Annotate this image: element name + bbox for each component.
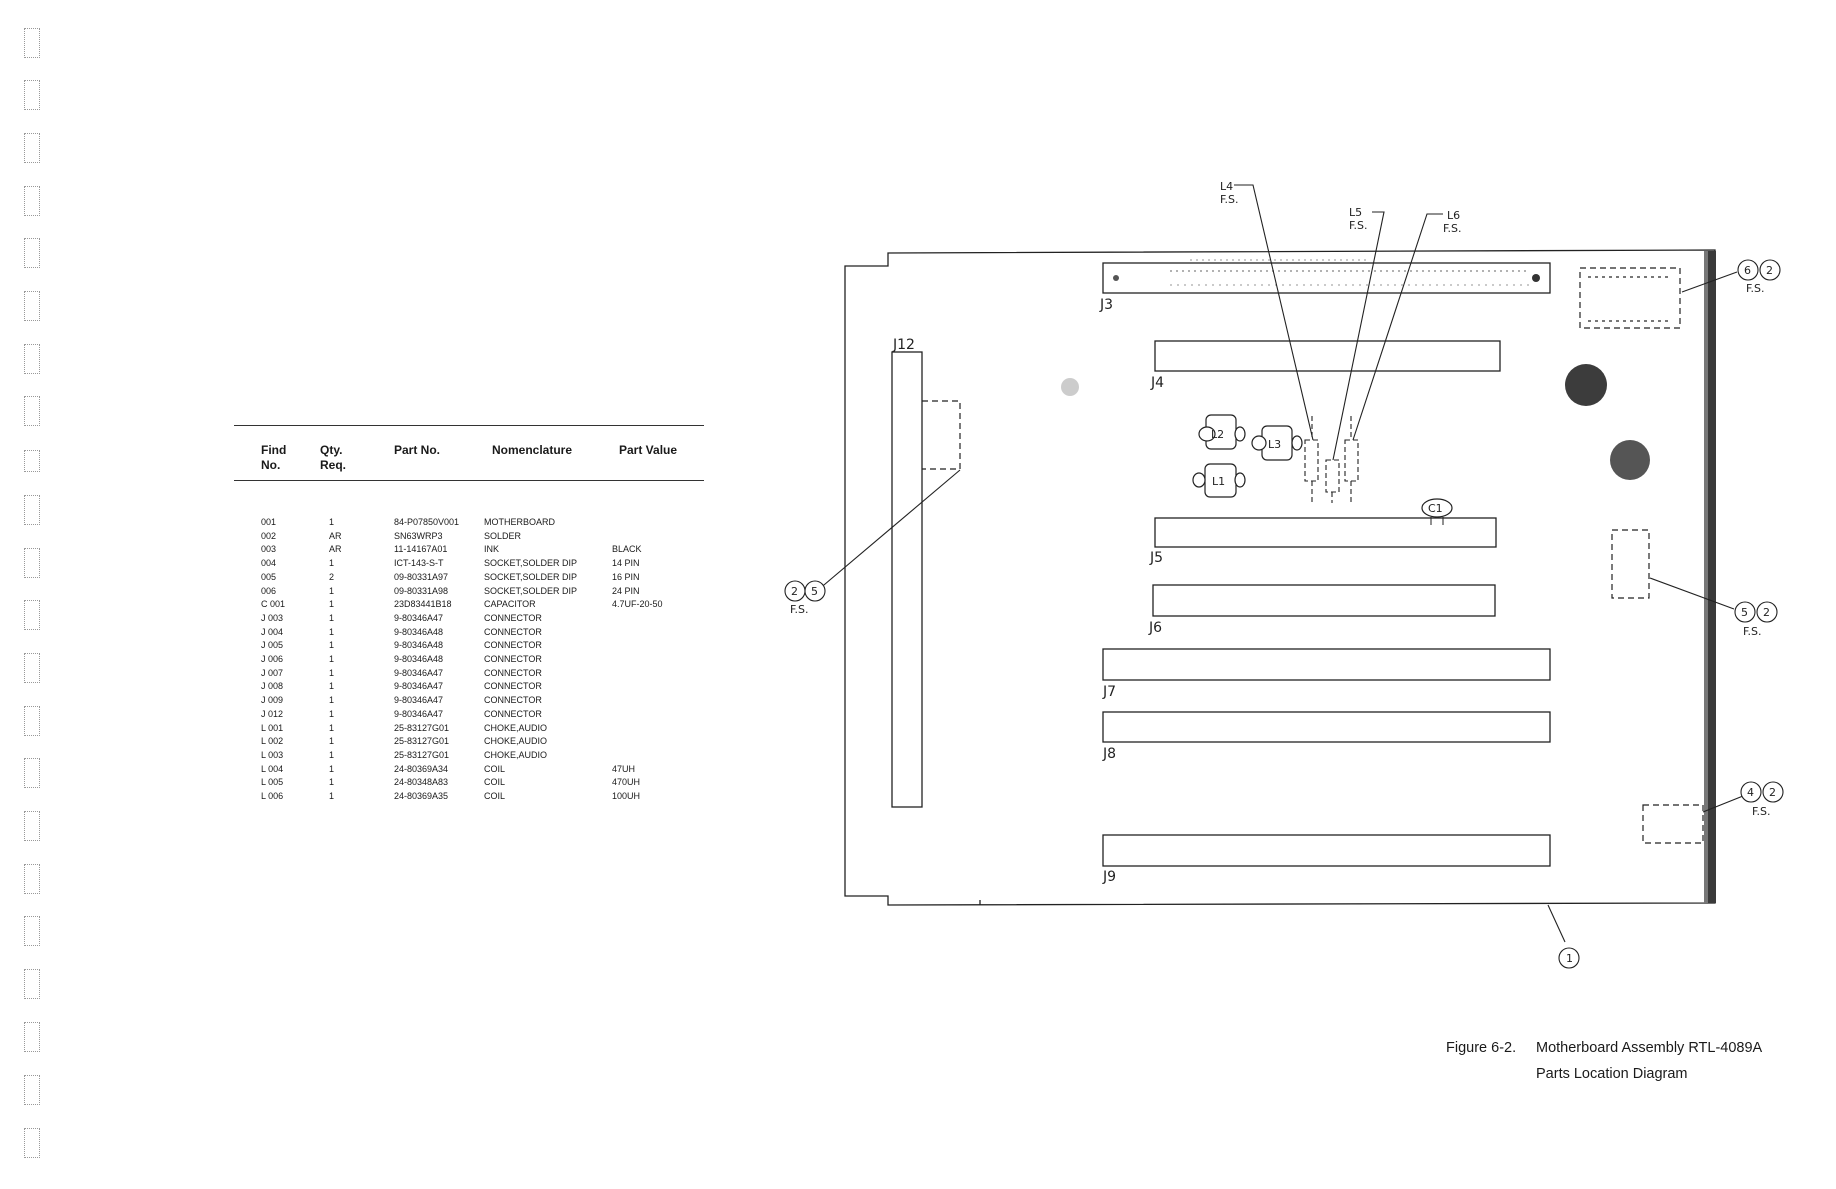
coil-l5	[1325, 459, 1340, 493]
figure-number: Figure 6-2.	[1446, 1040, 1517, 1056]
leader-l4	[1234, 184, 1314, 441]
label-j7: J7	[1102, 684, 1116, 700]
label-j12: J12	[892, 337, 915, 353]
label-l3: L3	[1268, 438, 1281, 451]
label-j3: J3	[1099, 297, 1113, 313]
label-l4-fs: F.S.	[1220, 193, 1239, 206]
connector-j12	[891, 351, 923, 808]
callout-2-text: 2	[1763, 606, 1770, 619]
label-l5-fs: F.S.	[1349, 219, 1368, 232]
label-j4: J4	[1150, 375, 1164, 391]
label-l5: L5	[1349, 206, 1362, 219]
callout-fs: F.S.	[1746, 282, 1765, 295]
callout-fs: F.S.	[1752, 805, 1771, 818]
callout-1-text: 1	[1566, 952, 1573, 965]
connector-j4	[1154, 340, 1501, 372]
callout-4-text: 4	[1747, 786, 1754, 799]
connector-j6	[1152, 584, 1496, 617]
connector-j3	[1102, 262, 1551, 294]
choke-l3-lead	[1251, 435, 1267, 451]
parts-location-diagram: J3 J4 J5 J6 J7 J8 J9 J12 L2 L3 L1 C1 L4 …	[784, 180, 1784, 969]
label-l1: L1	[1212, 475, 1225, 488]
choke-l1-lead	[1234, 472, 1246, 488]
callout-5-text: 5	[1741, 606, 1748, 619]
label-l4: L4	[1220, 180, 1233, 193]
label-c1: C1	[1428, 502, 1443, 515]
coil-l4	[1304, 439, 1319, 482]
figure-title-line2: Parts Location Diagram	[1536, 1066, 1688, 1082]
j12-socket-outline	[922, 400, 961, 470]
leader-l6	[1352, 213, 1443, 441]
board-edge-texture	[1704, 251, 1708, 903]
leader-find-5	[1649, 577, 1735, 610]
callout-2-text: 2	[1769, 786, 1776, 799]
connector-j5	[1154, 517, 1497, 548]
leader-find-2-5	[817, 469, 961, 591]
callout-fs: F.S.	[790, 603, 809, 616]
figure-title-line1: Motherboard Assembly RTL-4089A	[1536, 1040, 1763, 1056]
socket-14pin-outline	[1642, 804, 1704, 844]
connector-j9	[1102, 834, 1551, 867]
j3-mount-hole	[1532, 274, 1540, 282]
coil-l6	[1344, 439, 1359, 482]
callout-2-text: 2	[791, 585, 798, 598]
socket-16pin-outline	[1611, 529, 1650, 599]
mounting-pad	[1565, 364, 1607, 406]
callout-fs: F.S.	[1743, 625, 1762, 638]
choke-l1-lead	[1192, 472, 1206, 488]
callout-6-text: 6	[1744, 264, 1751, 277]
label-j8: J8	[1102, 746, 1116, 762]
label-j6: J6	[1148, 620, 1162, 636]
choke-l3-lead	[1291, 435, 1303, 451]
label-l6: L6	[1447, 209, 1460, 222]
label-l6-fs: F.S.	[1443, 222, 1462, 235]
connector-j7	[1102, 648, 1551, 681]
label-l2: L2	[1211, 428, 1224, 441]
connector-j8	[1102, 711, 1551, 743]
label-j5: J5	[1149, 550, 1163, 566]
choke-l2-lead	[1234, 426, 1246, 442]
callout-5-text: 5	[811, 585, 818, 598]
callout-2-text: 2	[1766, 264, 1773, 277]
leader-find-1	[1547, 904, 1566, 943]
label-j9: J9	[1102, 869, 1116, 885]
j3-mount-hole	[1113, 275, 1119, 281]
mounting-pad	[1610, 440, 1650, 480]
mounting-pad-faint	[1061, 378, 1079, 396]
